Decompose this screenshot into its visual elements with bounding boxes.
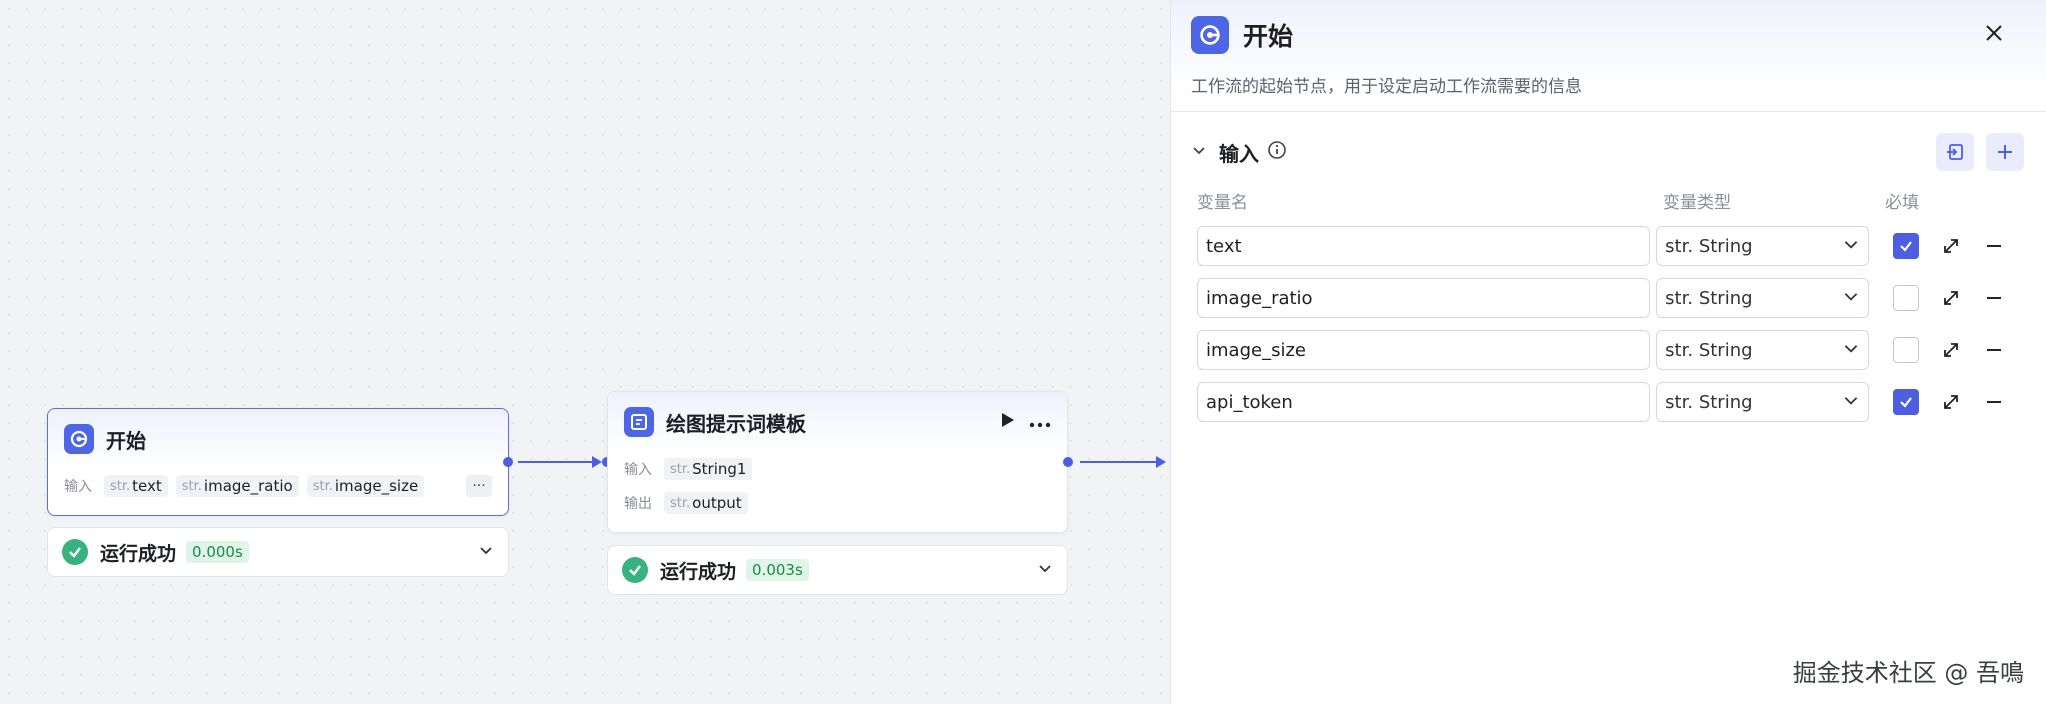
expand-icon[interactable] xyxy=(1939,286,1963,310)
chevron-down-icon xyxy=(1842,339,1860,362)
status-time-badge: 0.000s xyxy=(186,541,249,563)
edge-arrow-icon xyxy=(592,456,602,468)
type-prefix: str. xyxy=(1665,235,1694,257)
output-label: 输出 xyxy=(624,496,652,512)
template-node-icon xyxy=(624,407,654,437)
variable-row: str. String xyxy=(1197,382,2026,422)
type-prefix: str. xyxy=(1665,339,1694,361)
type-value: String xyxy=(1698,235,1753,257)
section-title: 输入 xyxy=(1219,141,1259,166)
remove-variable-icon[interactable] xyxy=(1982,234,2006,258)
column-name: 变量名 xyxy=(1197,192,1248,213)
panel-header: 开始 工作流的起始节点，用于设定启动工作流需要的信息 xyxy=(1171,0,2046,112)
expand-icon[interactable] xyxy=(1939,390,1963,414)
import-button[interactable] xyxy=(1936,133,1974,171)
expand-icon[interactable] xyxy=(1939,338,1963,362)
start-node-inputs: 输入 str. text str. image_ratio str. image_si… xyxy=(48,469,508,503)
variable-name-input[interactable] xyxy=(1197,330,1651,370)
type-prefix: str. xyxy=(1665,391,1694,413)
start-node-output-port[interactable] xyxy=(503,457,513,467)
success-check-icon xyxy=(622,557,648,583)
play-icon[interactable] xyxy=(1001,412,1015,433)
chevron-down-icon[interactable] xyxy=(1037,560,1053,580)
start-node-status[interactable]: 运行成功 0.000s xyxy=(47,527,509,577)
variable-table-header: 变量名 变量类型 必填 xyxy=(1197,186,2026,214)
chevron-down-icon[interactable] xyxy=(1191,142,1207,162)
start-node-icon xyxy=(64,424,94,454)
add-variable-button[interactable] xyxy=(1986,133,2024,171)
status-text: 运行成功 xyxy=(100,542,177,565)
status-text: 运行成功 xyxy=(660,560,737,583)
template-node-status[interactable]: 运行成功 0.003s xyxy=(607,545,1068,595)
start-node-header: 开始 xyxy=(48,409,508,469)
variable-type-select[interactable]: str. String xyxy=(1656,278,1870,318)
edge-template-to-next xyxy=(1080,461,1156,463)
chevron-down-icon xyxy=(1842,287,1860,310)
close-icon[interactable] xyxy=(1984,23,2004,47)
input-label: 输入 xyxy=(64,479,92,495)
remove-variable-icon[interactable] xyxy=(1982,338,2006,362)
input-tag: str. String1 xyxy=(664,458,753,480)
status-time-badge: 0.003s xyxy=(746,559,809,581)
required-checkbox[interactable] xyxy=(1893,389,1919,415)
start-node[interactable]: 开始 输入 str. text str. image_ratio str. image… xyxy=(47,408,509,516)
chevron-down-icon xyxy=(1842,235,1860,258)
start-node-title: 开始 xyxy=(106,428,146,453)
edge-start-to-template xyxy=(518,461,594,463)
variable-name-input[interactable] xyxy=(1197,226,1651,266)
template-node-inputs: 输入 str. String1 xyxy=(608,452,1067,486)
column-required: 必填 xyxy=(1885,192,1919,213)
variable-name-input[interactable] xyxy=(1197,382,1651,422)
column-type: 变量类型 xyxy=(1663,192,1731,213)
type-value: String xyxy=(1698,339,1753,361)
variable-type-select[interactable]: str. String xyxy=(1656,330,1870,370)
required-checkbox[interactable] xyxy=(1893,233,1919,259)
input-tag: str. image_ratio xyxy=(175,475,299,497)
workflow-canvas[interactable]: 开始 输入 str. text str. image_ratio str. image… xyxy=(0,0,1170,704)
template-node-output-port[interactable] xyxy=(1063,457,1073,467)
panel-description: 工作流的起始节点，用于设定启动工作流需要的信息 xyxy=(1191,77,1582,97)
type-prefix: str. xyxy=(1665,287,1694,309)
remove-variable-icon[interactable] xyxy=(1982,390,2006,414)
more-options-icon[interactable] xyxy=(1029,412,1051,433)
template-node-outputs: 输出 str. output xyxy=(608,486,1067,520)
panel-title: 开始 xyxy=(1243,22,1294,51)
output-tag: str. output xyxy=(664,492,748,514)
variable-row: str. String xyxy=(1197,278,2026,318)
watermark: 掘金技术社区 @ 吾鳴 xyxy=(1792,659,2024,687)
node-config-panel: 开始 工作流的起始节点，用于设定启动工作流需要的信息 输入 变量名 变量类型 必… xyxy=(1170,0,2046,704)
variable-name-input[interactable] xyxy=(1197,278,1651,318)
required-checkbox[interactable] xyxy=(1893,337,1919,363)
input-section-header: 输入 xyxy=(1191,132,2026,172)
variable-type-select[interactable]: str. String xyxy=(1656,382,1870,422)
info-icon[interactable] xyxy=(1267,140,1287,164)
chevron-down-icon xyxy=(1842,391,1860,414)
success-check-icon xyxy=(62,539,88,565)
variable-type-select[interactable]: str. String xyxy=(1656,226,1870,266)
template-node-header: 绘图提示词模板 xyxy=(608,392,1067,452)
required-checkbox[interactable] xyxy=(1893,285,1919,311)
start-node-icon xyxy=(1191,16,1229,54)
variable-row: str. String xyxy=(1197,330,2026,370)
chevron-down-icon[interactable] xyxy=(478,542,494,562)
input-tag: str. image_size xyxy=(306,475,425,497)
template-node-title: 绘图提示词模板 xyxy=(666,411,806,436)
remove-variable-icon[interactable] xyxy=(1982,286,2006,310)
expand-icon[interactable] xyxy=(1939,234,1963,258)
input-tag: str. text xyxy=(104,475,168,497)
more-inputs-button[interactable]: ··· xyxy=(466,475,492,497)
input-label: 输入 xyxy=(624,462,652,478)
type-value: String xyxy=(1698,287,1753,309)
type-value: String xyxy=(1698,391,1753,413)
prompt-template-node[interactable]: 绘图提示词模板 输入 str. String1 输出 str. output xyxy=(607,391,1068,533)
variable-row: str. String xyxy=(1197,226,2026,266)
edge-arrow-icon xyxy=(1156,456,1166,468)
